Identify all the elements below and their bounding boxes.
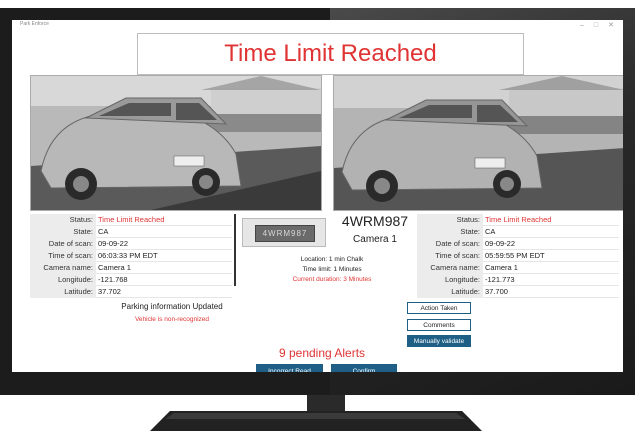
detail-row: Camera name: Camera 1: [30, 261, 232, 274]
divider: [234, 214, 236, 286]
detail-label: Latitude:: [30, 285, 96, 298]
confirm-button[interactable]: Confirm: [331, 364, 397, 372]
close-icon[interactable]: ✕: [606, 20, 616, 31]
detail-row: Longitude: -121.773: [417, 273, 619, 286]
detail-label: State:: [417, 225, 483, 238]
incorrect-read-button[interactable]: Incorrect Read: [256, 364, 323, 372]
detail-row: Latitude: 37.702: [30, 285, 232, 298]
detail-row: Date of scan: 09-09-22: [30, 237, 232, 250]
detail-row: Status: Time Limit Reached: [30, 214, 232, 226]
detail-row: Longitude: -121.768: [30, 273, 232, 286]
detail-value: 09-09-22: [483, 237, 619, 250]
detail-value: 37.700: [483, 285, 619, 298]
comments-button[interactable]: Comments: [407, 319, 471, 331]
scan-photo-current: [30, 75, 322, 211]
vehicle-status-message: Vehicle is non-recognized: [134, 316, 210, 323]
current-duration-text: Current duration: 3 Minutes: [292, 276, 372, 283]
detail-row: State: CA: [30, 225, 232, 238]
detail-label: Longitude:: [30, 273, 96, 286]
detail-value: 05:59:55 PM EDT: [483, 249, 619, 262]
detail-value: Camera 1: [96, 261, 232, 274]
plate-crop-image: 4WRM987: [242, 218, 326, 247]
app-window: Park Enforce – □ ✕ Time Limit Reached St…: [12, 20, 623, 372]
monitor-stand-highlight: [165, 413, 465, 419]
detail-label: State:: [30, 225, 96, 238]
detail-row: Date of scan: 09-09-22: [417, 237, 619, 250]
location-text: Location: 1 min Chalk: [300, 256, 364, 263]
detail-row: State: CA: [417, 225, 619, 238]
action-taken-button[interactable]: Action Taken: [407, 302, 471, 314]
detail-value: CA: [96, 225, 232, 238]
minimize-icon[interactable]: –: [577, 20, 587, 31]
pending-alerts-count: 9 pending Alerts: [278, 346, 366, 360]
detail-row: Camera name: Camera 1: [417, 261, 619, 274]
detail-value: -121.768: [96, 273, 232, 286]
detail-row: Status: Time Limit Reached: [417, 214, 619, 226]
detail-value: Camera 1: [483, 261, 619, 274]
status-banner: Time Limit Reached: [137, 33, 524, 75]
detail-value: 06:03:33 PM EDT: [96, 249, 232, 262]
detail-label: Status:: [417, 214, 483, 226]
detail-value: 09-09-22: [96, 237, 232, 250]
detail-row: Time of scan: 05:59:55 PM EDT: [417, 249, 619, 262]
detail-value: -121.773: [483, 273, 619, 286]
scan-details-previous: Status: Time Limit Reached State: CA Date …: [417, 214, 619, 298]
detail-label: Camera name:: [417, 261, 483, 274]
detail-label: Time of scan:: [30, 249, 96, 262]
scan-details-current: Status: Time Limit Reached State: CA Date …: [30, 214, 232, 298]
camera-name: Camera 1: [353, 234, 397, 245]
window-title: Park Enforce: [20, 21, 49, 27]
detail-value: CA: [483, 225, 619, 238]
monitor-stand-neck: [307, 395, 345, 413]
maximize-icon[interactable]: □: [591, 20, 601, 31]
detail-label: Date of scan:: [417, 237, 483, 250]
status-value: Time Limit Reached: [483, 214, 619, 226]
parking-info-message: Parking information Updated: [121, 302, 223, 311]
title-bar: Park Enforce – □ ✕: [12, 20, 623, 32]
detail-row: Time of scan: 06:03:33 PM EDT: [30, 249, 232, 262]
status-value: Time Limit Reached: [96, 214, 232, 226]
detail-value: 37.702: [96, 285, 232, 298]
detail-label: Status:: [30, 214, 96, 226]
detail-label: Longitude:: [417, 273, 483, 286]
plate-number: 4WRM987: [341, 213, 409, 229]
detail-label: Time of scan:: [417, 249, 483, 262]
plate-crop-text: 4WRM987: [255, 225, 315, 242]
detail-row: Latitude: 37.700: [417, 285, 619, 298]
detail-label: Latitude:: [417, 285, 483, 298]
detail-label: Camera name:: [30, 261, 96, 274]
banner-text: Time Limit Reached: [224, 40, 437, 67]
scan-photo-previous: [333, 75, 623, 211]
time-limit-text: Time limit: 1 Minutes: [302, 266, 362, 273]
detail-label: Date of scan:: [30, 237, 96, 250]
